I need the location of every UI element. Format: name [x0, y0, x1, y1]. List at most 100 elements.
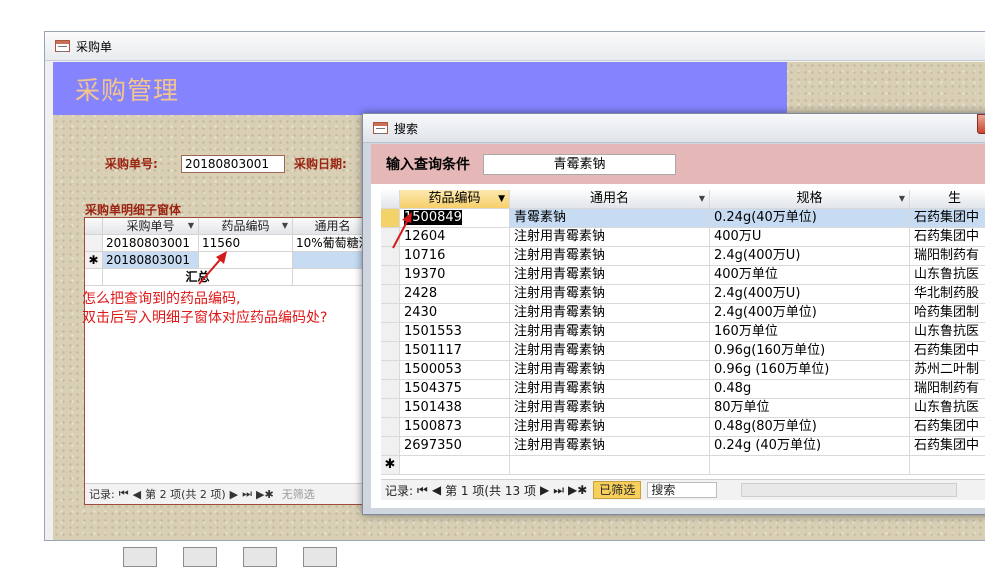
cell-manufacturer[interactable]: 石药集团中	[910, 228, 985, 247]
cell-generic-name[interactable]	[293, 252, 373, 269]
cell-spec[interactable]: 2.4g(400万U)	[710, 285, 910, 304]
cell-order-no[interactable]: 20180803001	[103, 252, 199, 269]
table-row[interactable]: 12604 注射用青霉素钠 400万U 石药集团中	[381, 228, 985, 247]
first-record-icon[interactable]: ⏮	[119, 487, 129, 501]
cell-drug-code[interactable]: 1501553	[400, 323, 510, 342]
form-button[interactable]	[183, 547, 217, 567]
filter-status[interactable]: 无筛选	[282, 486, 315, 502]
table-row[interactable]: 10716 注射用青霉素钠 2.4g(400万U) 瑞阳制药有	[381, 247, 985, 266]
chevron-down-icon[interactable]: ▼	[282, 218, 288, 234]
prev-record-icon[interactable]: ◀	[432, 483, 441, 497]
cell-generic-name[interactable]: 注射用青霉素钠	[510, 342, 710, 361]
cell-spec-empty[interactable]	[710, 456, 910, 475]
cell-manufacturer-empty[interactable]	[910, 456, 985, 475]
row-selector[interactable]	[381, 399, 400, 418]
cell-spec[interactable]: 0.48g(80万单位)	[710, 418, 910, 437]
row-selector[interactable]	[381, 380, 400, 399]
last-record-icon[interactable]: ⏭	[242, 487, 252, 501]
col-header-drug-code[interactable]: 药品编码 ▼	[400, 190, 510, 209]
cell-drug-code-empty[interactable]	[400, 456, 510, 475]
cell-manufacturer[interactable]: 石药集团中	[910, 209, 985, 228]
horizontal-scrollbar[interactable]	[741, 483, 958, 497]
table-row[interactable]: 1500053 注射用青霉素钠 0.96g (160万单位) 苏州二叶制	[381, 361, 985, 380]
cell-spec[interactable]: 0.96g(160万单位)	[710, 342, 910, 361]
query-input[interactable]: 青霉素钠	[483, 153, 676, 175]
search-titlebar[interactable]: 搜索	[363, 114, 985, 143]
cell-generic-name[interactable]: 注射用青霉素钠	[510, 380, 710, 399]
cell-spec[interactable]: 0.96g (160万单位)	[710, 361, 910, 380]
cell-drug-code[interactable]: 1500873	[400, 418, 510, 437]
new-record-nav-icon[interactable]: ▶✱	[256, 488, 274, 501]
table-row[interactable]: 1500873 注射用青霉素钠 0.48g(80万单位) 石药集团中	[381, 418, 985, 437]
cell-generic-name[interactable]: 注射用青霉素钠	[510, 323, 710, 342]
cell-manufacturer[interactable]: 山东鲁抗医	[910, 266, 985, 285]
table-row[interactable]: 2430 注射用青霉素钠 2.4g(400万单位) 哈药集团制	[381, 304, 985, 323]
cell-drug-code[interactable]: 2430	[400, 304, 510, 323]
cell-generic-name[interactable]: 注射用青霉素钠	[510, 437, 710, 456]
table-row[interactable]: 1501438 注射用青霉素钠 80万单位 山东鲁抗医	[381, 399, 985, 418]
cell-spec[interactable]: 400万U	[710, 228, 910, 247]
cell-manufacturer[interactable]: 石药集团中	[910, 418, 985, 437]
cell-drug-code[interactable]: 12604	[400, 228, 510, 247]
cell-manufacturer[interactable]: 瑞阳制药有	[910, 247, 985, 266]
cell-generic-name[interactable]: 注射用青霉素钠	[510, 247, 710, 266]
new-record-icon[interactable]: ✱	[85, 252, 103, 269]
cell-generic-name[interactable]: 注射用青霉素钠	[510, 304, 710, 323]
close-icon[interactable]	[977, 114, 985, 134]
cell-drug-code[interactable]: 2428	[400, 285, 510, 304]
cell-manufacturer[interactable]: 华北制药股	[910, 285, 985, 304]
col-header-spec[interactable]: 规格 ▼	[710, 190, 910, 209]
cell-spec[interactable]: 2.4g(400万单位)	[710, 304, 910, 323]
cell-spec[interactable]: 0.24g (40万单位)	[710, 437, 910, 456]
row-selector[interactable]	[381, 418, 400, 437]
prev-record-icon[interactable]: ◀	[133, 488, 141, 501]
col-header-order-no[interactable]: 采购单号 ▼	[103, 218, 199, 235]
col-header-generic-name[interactable]: 通用名	[293, 218, 373, 235]
filter-toggle-button[interactable]: 已筛选	[593, 481, 642, 499]
cell-drug-code[interactable]: 1500053	[400, 361, 510, 380]
first-record-icon[interactable]: ⏮	[417, 483, 428, 498]
table-row[interactable]: 1501117 注射用青霉素钠 0.96g(160万单位) 石药集团中	[381, 342, 985, 361]
cell-manufacturer[interactable]: 苏州二叶制	[910, 361, 985, 380]
table-row[interactable]: 2697350 注射用青霉素钠 0.24g (40万单位) 石药集团中	[381, 437, 985, 456]
cell-manufacturer[interactable]: 瑞阳制药有	[910, 380, 985, 399]
table-row[interactable]: 2428 注射用青霉素钠 2.4g(400万U) 华北制药股	[381, 285, 985, 304]
cell-manufacturer[interactable]: 山东鲁抗医	[910, 399, 985, 418]
table-row[interactable]: 1501553 注射用青霉素钠 160万单位 山东鲁抗医	[381, 323, 985, 342]
table-row-new[interactable]: ✱	[381, 456, 985, 475]
chevron-down-icon[interactable]: ▼	[188, 218, 194, 234]
cell-generic-name[interactable]: 注射用青霉素钠	[510, 228, 710, 247]
row-selector[interactable]	[381, 323, 400, 342]
col-header-manufacturer[interactable]: 生	[910, 190, 985, 209]
select-all-cell[interactable]	[381, 190, 400, 209]
nav-search-input[interactable]: 搜索	[647, 482, 718, 498]
chevron-down-icon[interactable]: ▼	[899, 190, 905, 208]
cell-generic-name-empty[interactable]	[510, 456, 710, 475]
cell-spec[interactable]: 2.4g(400万U)	[710, 247, 910, 266]
cell-spec[interactable]: 0.48g	[710, 380, 910, 399]
cell-generic-name[interactable]: 青霉素钠	[510, 209, 710, 228]
order-no-field[interactable]: 20180803001	[181, 155, 285, 173]
row-selector[interactable]	[381, 266, 400, 285]
col-header-drug-code[interactable]: 药品编码 ▼	[199, 218, 293, 235]
last-record-icon[interactable]: ⏭	[553, 483, 564, 498]
cell-generic-name[interactable]: 注射用青霉素钠	[510, 399, 710, 418]
form-button[interactable]	[123, 547, 157, 567]
col-header-generic-name[interactable]: 通用名 ▼	[510, 190, 710, 209]
next-record-icon[interactable]: ▶	[540, 483, 549, 497]
cell-drug-code[interactable]: 19370	[400, 266, 510, 285]
chevron-down-icon[interactable]: ▼	[699, 190, 705, 208]
cell-generic-name[interactable]: 注射用青霉素钠	[510, 285, 710, 304]
form-button[interactable]	[303, 547, 337, 567]
table-row[interactable]: 19370 注射用青霉素钠 400万单位 山东鲁抗医	[381, 266, 985, 285]
record-position[interactable]: 第 2 项(共 2 项)	[145, 486, 226, 502]
cell-generic-name[interactable]: 注射用青霉素钠	[510, 266, 710, 285]
cell-drug-code[interactable]: 1500849	[400, 209, 510, 228]
purchase-order-titlebar[interactable]: 采购单	[45, 32, 985, 61]
cell-manufacturer[interactable]: 山东鲁抗医	[910, 323, 985, 342]
cell-generic-name[interactable]: 注射用青霉素钠	[510, 418, 710, 437]
cell-drug-code[interactable]: 1501117	[400, 342, 510, 361]
new-record-nav-icon[interactable]: ▶✱	[568, 483, 587, 497]
cell-spec[interactable]: 0.24g(40万单位)	[710, 209, 910, 228]
select-all-cell[interactable]	[85, 218, 103, 235]
